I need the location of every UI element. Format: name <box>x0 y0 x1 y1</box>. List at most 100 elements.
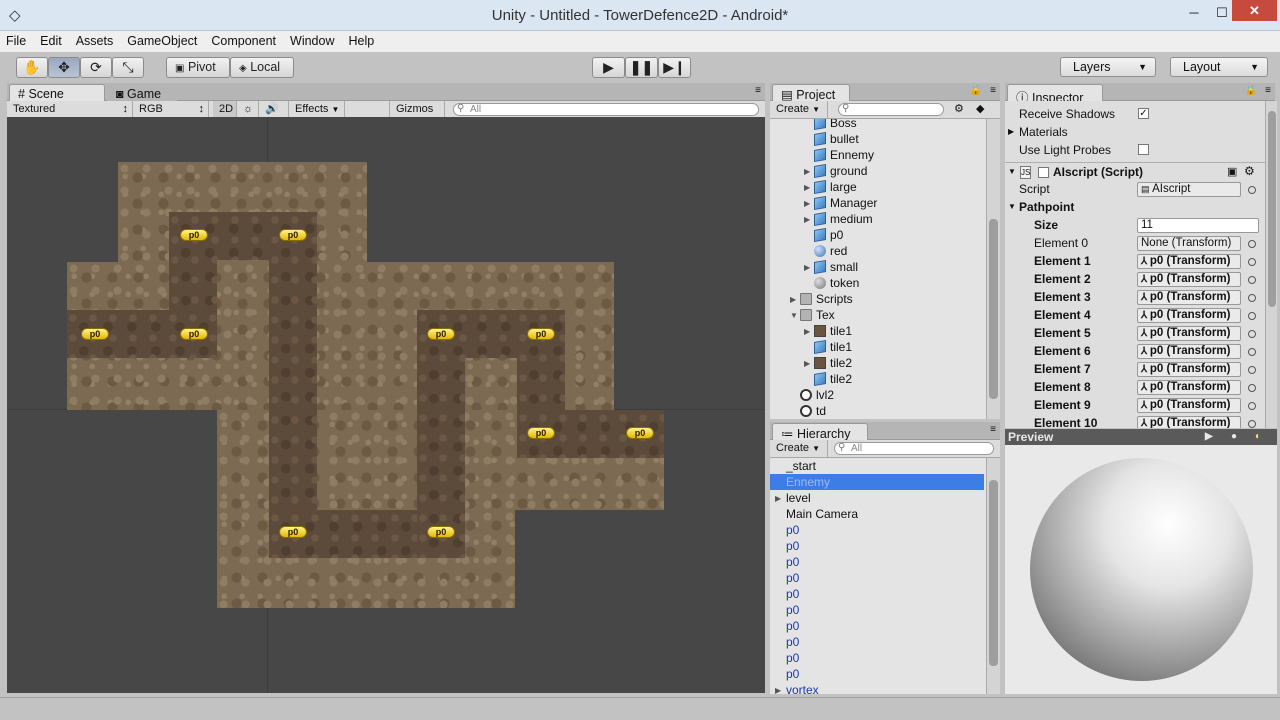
project-create-dropdown[interactable]: Create ▼ <box>770 101 828 118</box>
collapse-arrow-icon[interactable]: ▼ <box>1008 163 1016 181</box>
expand-arrow-icon[interactable]: ▶ <box>775 494 781 503</box>
2d-toggle[interactable]: 2D <box>213 101 237 118</box>
gear-icon[interactable]: ⚙ <box>1244 164 1255 178</box>
project-item[interactable]: Scripts <box>816 291 853 307</box>
waypoint-marker[interactable]: p0 <box>180 229 208 241</box>
lock-icon[interactable]: 🔒 <box>970 85 982 96</box>
expand-arrow-icon[interactable]: ▶ <box>775 686 781 694</box>
waypoint-marker[interactable]: p0 <box>427 328 455 340</box>
lock-icon[interactable]: 🔒 <box>1245 85 1257 96</box>
tab-scene[interactable]: # Scene <box>9 84 105 101</box>
project-item[interactable]: td <box>816 403 826 419</box>
pathpoint-label[interactable]: Pathpoint <box>1019 198 1074 216</box>
render-mode-dropdown[interactable]: Textured ↕ <box>7 101 133 118</box>
waypoint-marker[interactable]: p0 <box>626 427 654 439</box>
project-item[interactable]: Manager <box>830 195 877 211</box>
minimize-button[interactable]: ─ <box>1181 4 1207 22</box>
panel-menu-icon[interactable]: ≡ <box>1265 85 1271 96</box>
effects-dropdown[interactable]: Effects ▼ <box>289 101 345 118</box>
expand-arrow-icon[interactable]: ▶ <box>804 263 810 272</box>
expand-arrow-icon[interactable]: ▶ <box>804 183 810 192</box>
layout-dropdown[interactable]: Layout ▼ <box>1170 57 1268 77</box>
waypoint-marker[interactable]: p0 <box>81 328 109 340</box>
project-item[interactable]: Boss <box>830 119 857 131</box>
local-toggle[interactable]: ◈ Local <box>230 57 294 78</box>
gizmos-dropdown[interactable]: Gizmos ▼ <box>389 101 445 131</box>
panel-menu-icon[interactable]: ≡ <box>990 424 996 435</box>
hierarchy-item[interactable]: p0 <box>786 602 984 618</box>
expand-arrow-icon[interactable]: ▼ <box>790 311 798 320</box>
hierarchy-scrollbar[interactable] <box>986 458 1000 694</box>
scene-search-input[interactable]: All <box>453 103 759 116</box>
tab-hierarchy[interactable]: ≔ Hierarchy <box>772 423 868 441</box>
object-picker-icon[interactable] <box>1248 330 1256 338</box>
step-button[interactable]: ▶❙ <box>658 57 691 78</box>
layers-dropdown[interactable]: Layers ▼ <box>1060 57 1156 77</box>
waypoint-marker[interactable]: p0 <box>180 328 208 340</box>
project-item[interactable]: medium <box>830 211 873 227</box>
object-picker-icon[interactable] <box>1248 384 1256 392</box>
panel-menu-icon[interactable]: ≡ <box>755 85 761 96</box>
hierarchy-create-dropdown[interactable]: Create ▼ <box>770 440 828 457</box>
element-transform-field[interactable]: ⅄ p0 (Transform) <box>1137 326 1241 341</box>
project-scrollbar[interactable] <box>986 119 1000 419</box>
expand-arrow-icon[interactable]: ▶ <box>804 359 810 368</box>
pause-button[interactable]: ❚❚ <box>625 57 658 78</box>
rotate-tool-button[interactable]: ⟳ <box>80 57 112 78</box>
script-field[interactable]: ▤ AIscript <box>1137 182 1241 197</box>
inspector-scrollbar[interactable] <box>1265 101 1277 428</box>
component-enabled-checkbox[interactable] <box>1038 167 1049 178</box>
project-item[interactable]: tile1 <box>830 339 852 355</box>
project-item[interactable]: p0 <box>830 227 843 243</box>
hierarchy-item[interactable]: p0 <box>786 570 984 586</box>
hierarchy-item[interactable]: Ennemy <box>770 474 984 490</box>
project-item[interactable]: red <box>830 243 847 259</box>
tab-game[interactable]: ◙ Game <box>107 84 177 101</box>
project-item[interactable]: tile2 <box>830 371 852 387</box>
menu-component[interactable]: Component <box>204 31 283 48</box>
object-picker-icon[interactable] <box>1248 240 1256 248</box>
hand-tool-button[interactable]: ✋ <box>16 57 48 78</box>
project-item[interactable]: ground <box>830 163 867 179</box>
tab-inspector[interactable]: ⓘ Inspector <box>1007 84 1103 105</box>
object-picker-icon[interactable] <box>1248 348 1256 356</box>
close-button[interactable]: ✕ <box>1232 0 1277 21</box>
expand-arrow-icon[interactable]: ▶ <box>804 327 810 336</box>
menu-assets[interactable]: Assets <box>69 31 121 48</box>
hierarchy-item[interactable]: Main Camera <box>786 506 984 522</box>
filter-type-icon[interactable]: ⚙ <box>954 102 964 115</box>
object-picker-icon[interactable] <box>1248 186 1256 194</box>
element-transform-field[interactable]: ⅄ p0 (Transform) <box>1137 416 1241 428</box>
material-preview[interactable] <box>1005 445 1277 694</box>
waypoint-marker[interactable]: p0 <box>527 427 555 439</box>
menu-file[interactable]: File <box>0 31 33 48</box>
hierarchy-item[interactable]: p0 <box>786 618 984 634</box>
object-picker-icon[interactable] <box>1248 366 1256 374</box>
hierarchy-item[interactable]: _start <box>786 458 984 474</box>
hierarchy-item[interactable]: p0 <box>786 522 984 538</box>
waypoint-marker[interactable]: p0 <box>279 526 307 538</box>
project-item[interactable]: large <box>830 179 857 195</box>
expand-arrow-icon[interactable]: ▶ <box>804 199 810 208</box>
element-transform-field[interactable]: ⅄ p0 (Transform) <box>1137 380 1241 395</box>
lighting-toggle[interactable]: ☼ <box>237 101 259 118</box>
expand-arrow-icon[interactable]: ▶ <box>804 167 810 176</box>
project-item[interactable]: Tex <box>816 307 835 323</box>
object-picker-icon[interactable] <box>1248 420 1256 428</box>
scale-tool-button[interactable]: ⤡ <box>112 57 144 78</box>
hierarchy-search-input[interactable]: All <box>834 442 994 455</box>
panel-menu-icon[interactable]: ≡ <box>990 85 996 96</box>
menu-help[interactable]: Help <box>341 31 381 48</box>
receive-shadows-checkbox[interactable]: ✓ <box>1138 108 1149 119</box>
object-picker-icon[interactable] <box>1248 276 1256 284</box>
sphere-mode-icon[interactable]: ● <box>1231 429 1237 445</box>
hierarchy-item[interactable]: p0 <box>786 554 984 570</box>
element-transform-field[interactable]: ⅄ p0 (Transform) <box>1137 290 1241 305</box>
expand-arrow-icon[interactable]: ▶ <box>1008 123 1014 141</box>
pivot-toggle[interactable]: ▣ Pivot <box>166 57 230 78</box>
project-item[interactable]: lvl2 <box>816 387 834 403</box>
hierarchy-item[interactable]: p0 <box>786 650 984 666</box>
project-item[interactable]: tile2 <box>830 355 852 371</box>
expand-arrow-icon[interactable]: ▶ <box>790 295 796 304</box>
element-transform-field[interactable]: ⅄ p0 (Transform) <box>1137 362 1241 377</box>
